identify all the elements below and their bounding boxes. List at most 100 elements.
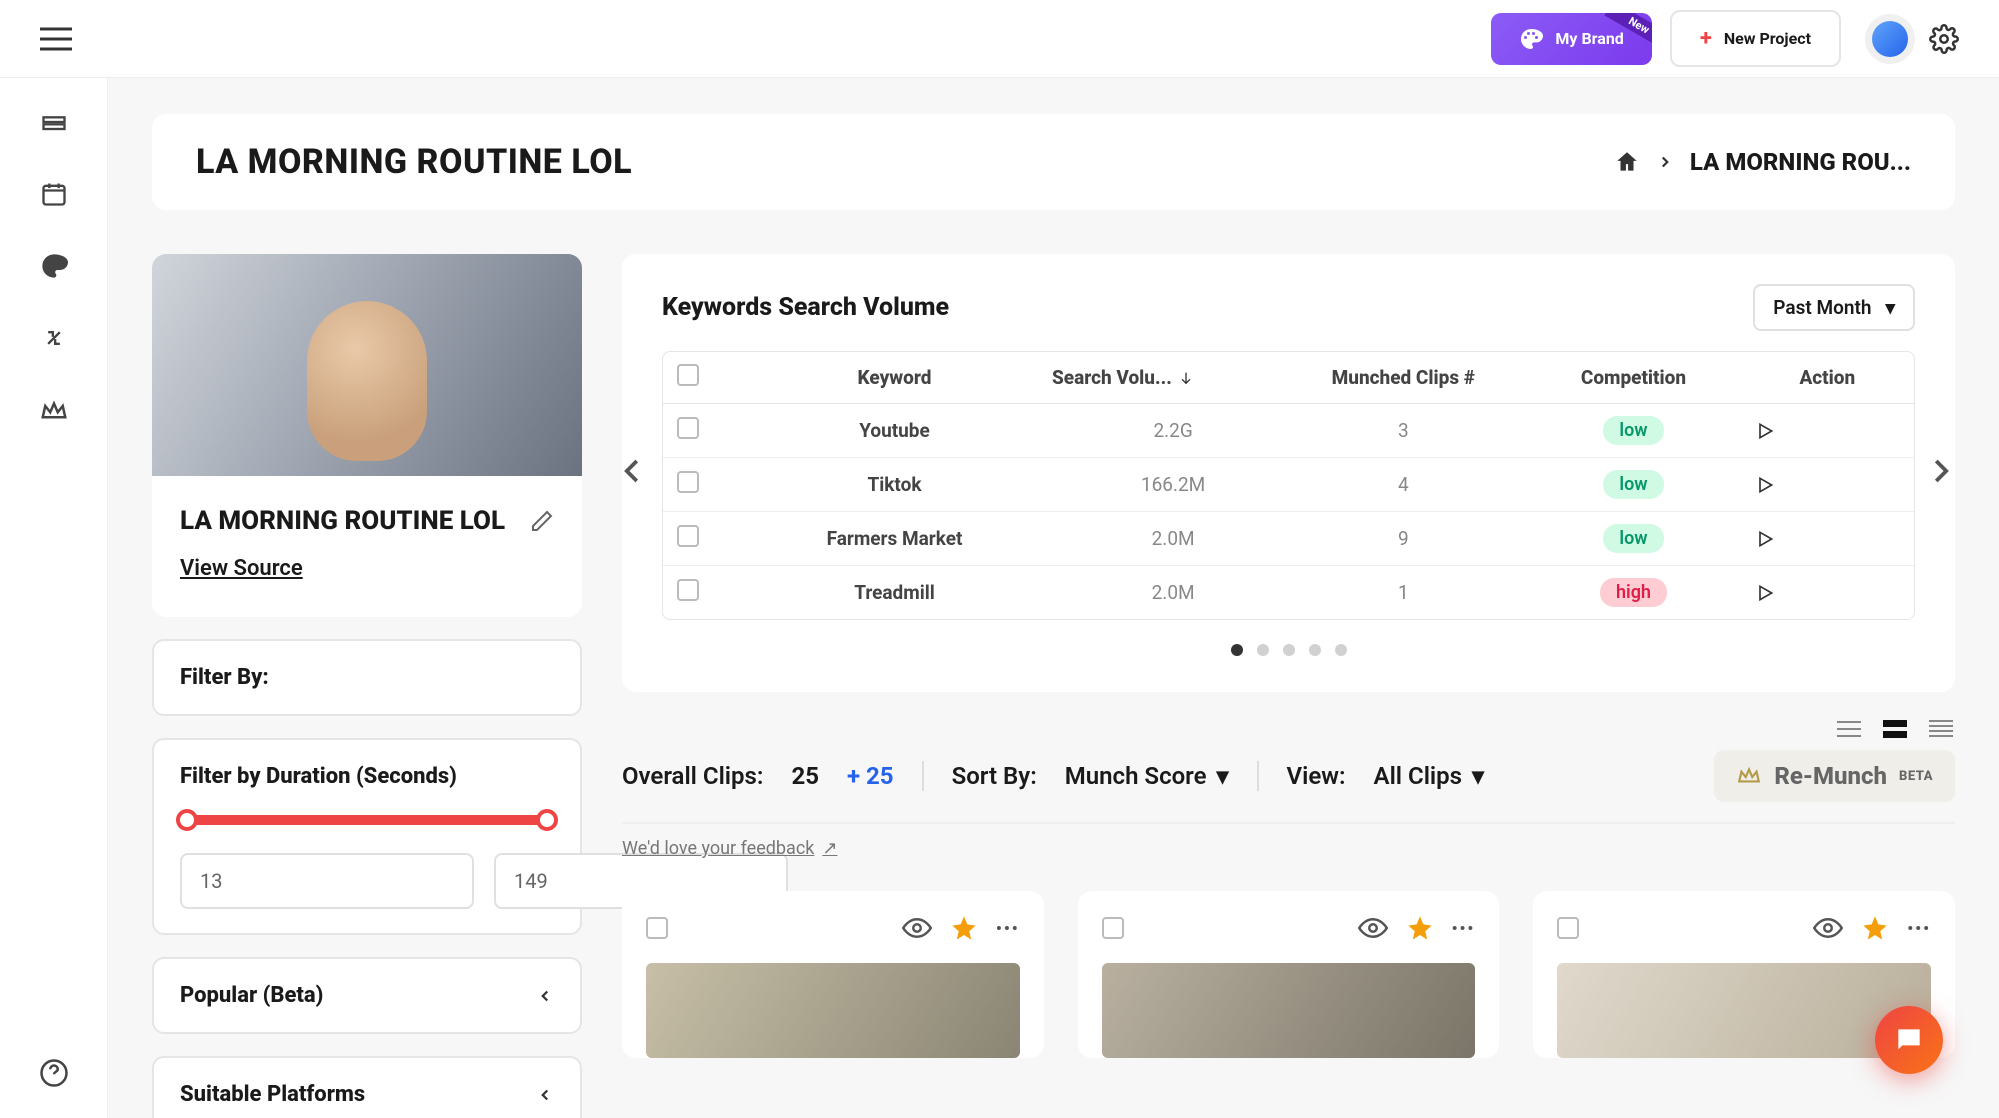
keyword-munched: 1: [1294, 581, 1512, 604]
more-icon[interactable]: •••: [1452, 919, 1476, 938]
carousel-next[interactable]: [1925, 456, 1959, 490]
nav-calendar[interactable]: [40, 180, 68, 208]
play-icon[interactable]: [1755, 529, 1900, 549]
select-all-checkbox[interactable]: [677, 364, 699, 386]
home-icon[interactable]: [1614, 149, 1640, 175]
keyword-name: Treadmill: [737, 581, 1052, 604]
row-checkbox[interactable]: [677, 471, 699, 493]
nav-help[interactable]: [39, 1058, 69, 1088]
my-brand-button[interactable]: My Brand New: [1491, 13, 1651, 65]
more-icon[interactable]: •••: [996, 919, 1020, 938]
star-icon[interactable]: [1406, 914, 1434, 942]
row-checkbox[interactable]: [677, 417, 699, 439]
nav-palette[interactable]: [40, 252, 68, 280]
sort-by-select[interactable]: Munch Score ▾: [1065, 762, 1229, 790]
new-project-button[interactable]: + New Project: [1670, 10, 1841, 67]
crown-icon: [1736, 763, 1762, 789]
period-value: Past Month: [1773, 296, 1871, 319]
palette-icon: [1519, 27, 1543, 51]
view-filter-select[interactable]: All Clips ▾: [1374, 762, 1485, 790]
carousel-dot[interactable]: [1309, 644, 1321, 656]
play-icon[interactable]: [1755, 583, 1900, 603]
carousel-dot[interactable]: [1283, 644, 1295, 656]
platforms-filter-label: Suitable Platforms: [180, 1082, 365, 1107]
hamburger-menu[interactable]: [40, 27, 72, 51]
view-grid-medium[interactable]: [1881, 718, 1909, 740]
clip-thumbnail: [1102, 963, 1476, 1058]
clip-checkbox[interactable]: [1102, 917, 1124, 939]
clip-thumbnail: [646, 963, 1020, 1058]
view-filter-label: View:: [1287, 762, 1346, 790]
project-name: LA MORNING ROUTINE LOL: [180, 506, 505, 536]
keyword-competition: low: [1512, 470, 1754, 499]
play-icon[interactable]: [1755, 475, 1900, 495]
slider-thumb-min[interactable]: [176, 809, 198, 831]
popular-filter-label: Popular (Beta): [180, 983, 323, 1008]
nav-crown[interactable]: [39, 396, 69, 426]
chat-fab[interactable]: [1875, 1006, 1943, 1074]
col-keyword: Keyword: [737, 366, 1052, 389]
carousel-dot[interactable]: [1231, 644, 1243, 656]
keyword-munched: 4: [1294, 473, 1512, 496]
project-thumbnail: [152, 254, 582, 476]
slider-thumb-max[interactable]: [536, 809, 558, 831]
keyword-volume: 166.2M: [1052, 473, 1294, 496]
col-competition: Competition: [1512, 366, 1754, 389]
popular-expand-icon[interactable]: [536, 987, 554, 1005]
keyword-munched: 3: [1294, 419, 1512, 442]
new-project-label: New Project: [1724, 29, 1811, 48]
keyword-munched: 9: [1294, 527, 1512, 550]
eye-icon[interactable]: [1813, 913, 1843, 943]
clip-checkbox[interactable]: [646, 917, 668, 939]
keyword-competition: low: [1512, 416, 1754, 445]
row-checkbox[interactable]: [677, 579, 699, 601]
feedback-link[interactable]: We'd love your feedback ↗: [622, 838, 837, 859]
keyword-competition: low: [1512, 524, 1754, 553]
page-title: LA MORNING ROUTINE LOL: [196, 142, 632, 182]
eye-icon[interactable]: [902, 913, 932, 943]
keyword-name: Tiktok: [737, 473, 1052, 496]
duration-filter-label: Filter by Duration (Seconds): [180, 764, 554, 789]
clip-card[interactable]: •••: [622, 891, 1044, 1058]
view-grid-small[interactable]: [1835, 718, 1863, 740]
overall-clips-plus[interactable]: + 25: [847, 762, 894, 790]
breadcrumb-current: LA MORNING ROU...: [1690, 148, 1911, 176]
view-list[interactable]: [1927, 718, 1955, 740]
clip-checkbox[interactable]: [1557, 917, 1579, 939]
keyword-volume: 2.2G: [1052, 419, 1294, 442]
keyword-row: Farmers Market 2.0M 9 low: [663, 511, 1914, 565]
eye-icon[interactable]: [1358, 913, 1388, 943]
breadcrumb: LA MORNING ROU...: [1614, 148, 1911, 176]
keywords-panel-title: Keywords Search Volume: [662, 293, 949, 322]
remunch-beta: BETA: [1899, 769, 1933, 784]
col-volume[interactable]: Search Volu...: [1052, 366, 1294, 389]
more-icon[interactable]: •••: [1907, 919, 1931, 938]
nav-connect[interactable]: [40, 324, 68, 352]
remunch-button[interactable]: Re-Munch BETA: [1714, 750, 1955, 802]
settings-button[interactable]: [1929, 24, 1959, 54]
user-avatar[interactable]: [1865, 14, 1915, 64]
duration-slider[interactable]: [180, 815, 554, 825]
star-icon[interactable]: [950, 914, 978, 942]
keyword-row: Treadmill 2.0M 1 high: [663, 565, 1914, 619]
row-checkbox[interactable]: [677, 525, 699, 547]
plus-icon: +: [1700, 26, 1712, 51]
carousel-dot[interactable]: [1335, 644, 1347, 656]
clip-card[interactable]: •••: [1078, 891, 1500, 1058]
period-select[interactable]: Past Month ▾: [1753, 284, 1915, 331]
carousel-prev[interactable]: [618, 456, 652, 490]
duration-min-input[interactable]: [180, 853, 474, 909]
remunch-label: Re-Munch: [1774, 762, 1887, 790]
keyword-row: Tiktok 166.2M 4 low: [663, 457, 1914, 511]
edit-icon[interactable]: [530, 509, 554, 533]
my-brand-label: My Brand: [1555, 29, 1623, 48]
keyword-row: Youtube 2.2G 3 low: [663, 404, 1914, 457]
keyword-name: Farmers Market: [737, 527, 1052, 550]
overall-clips-label: Overall Clips:: [622, 762, 763, 790]
platforms-expand-icon[interactable]: [536, 1086, 554, 1104]
carousel-dot[interactable]: [1257, 644, 1269, 656]
nav-item-1[interactable]: [40, 108, 68, 136]
view-source-link[interactable]: View Source: [180, 556, 303, 581]
play-icon[interactable]: [1755, 421, 1900, 441]
star-icon[interactable]: [1861, 914, 1889, 942]
